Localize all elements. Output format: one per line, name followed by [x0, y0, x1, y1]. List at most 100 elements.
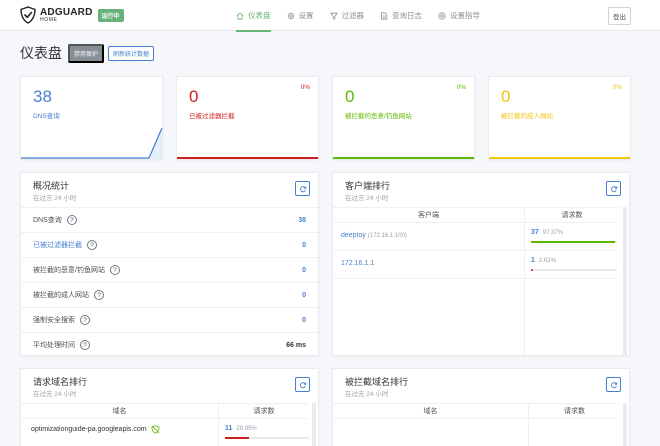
- refresh-icon: [610, 185, 617, 192]
- nav-query-log-label: 查询日志: [392, 11, 422, 20]
- gear-icon: [287, 12, 294, 19]
- column-header-client[interactable]: 客户端: [333, 208, 524, 223]
- log-icon: [381, 11, 388, 20]
- help-icon[interactable]: ?: [80, 340, 90, 350]
- stat-percent: 0%: [612, 84, 622, 91]
- table-header: 客户端 请求数: [333, 207, 619, 223]
- column-header-domain[interactable]: 域名: [21, 404, 218, 419]
- row-label: 强制安全搜索: [33, 317, 75, 324]
- stat-card-blocked-adult: 0 被拦截的成人网站 0%: [488, 76, 631, 160]
- main-nav: 仪表盘 设置 过滤器 查询日志 设置指导: [236, 0, 496, 32]
- dns-sparkline: [21, 127, 163, 159]
- stat-value: 0: [501, 87, 511, 106]
- stat-percent: 0%: [300, 84, 310, 91]
- disable-protection-button[interactable]: 禁用保护: [68, 43, 105, 63]
- client-name[interactable]: deeptoy: [341, 232, 366, 239]
- request-percent: 2.63%: [538, 258, 556, 264]
- usage-bar: [531, 269, 617, 271]
- domain-cell[interactable]: optimizationguide-pa.googleapis.com: [31, 425, 160, 434]
- adguard-shield-icon: [20, 6, 36, 24]
- row-label: 被拦截的成人网站: [33, 292, 89, 299]
- refresh-icon: [610, 381, 617, 388]
- request-count: 1: [531, 257, 535, 264]
- column-header-requests[interactable]: 请求数: [524, 208, 620, 223]
- row-label[interactable]: 已被过滤器拦截: [33, 240, 82, 250]
- help-icon[interactable]: ?: [87, 240, 97, 250]
- row-value: 0: [302, 241, 306, 249]
- help-icon[interactable]: ?: [94, 290, 104, 300]
- table-header: 域名 请求数: [333, 403, 619, 419]
- row-label: DNS查询: [33, 217, 62, 224]
- row-value: 0: [302, 316, 306, 324]
- nav-filters-label: 过滤器: [341, 11, 365, 20]
- nav-dashboard-label: 仪表盘: [248, 11, 271, 20]
- nav-dashboard[interactable]: 仪表盘: [236, 0, 271, 32]
- stat-percent: 0%: [456, 84, 466, 91]
- table-row: 172.16.1.1 1 2.63%: [333, 251, 619, 279]
- status-badge: 运行中: [97, 8, 124, 22]
- panel-subtitle: 在过去 24 小时: [345, 195, 389, 202]
- nav-filters[interactable]: 过滤器: [329, 0, 365, 31]
- usage-bar-fill: [225, 437, 250, 439]
- help-icon[interactable]: ?: [80, 315, 90, 325]
- column-header-requests[interactable]: 请求数: [528, 404, 621, 419]
- logout-button[interactable]: 登出: [608, 7, 631, 25]
- usage-bar: [225, 437, 309, 439]
- row-value: 0: [302, 291, 306, 299]
- top-navbar: ADGUARD HOME 运行中 仪表盘 设置 过滤器 查询日志 设置指导 登出: [0, 0, 660, 32]
- overview-panel: 概况统计 在过去 24 小时 DNS查询? 38 已被过滤器拦截? 0 被拦截的…: [20, 172, 319, 356]
- refresh-button[interactable]: [606, 377, 621, 392]
- table-header: 域名 请求数: [21, 403, 308, 419]
- stat-value: 38: [33, 87, 52, 106]
- table-row: deeptoy (172.16.1.100) 37 97.37%: [333, 223, 619, 251]
- nav-setup-guide-label: 设置指导: [450, 11, 480, 20]
- overview-row-blocked-filters: 已被过滤器拦截? 0: [21, 232, 318, 257]
- scrollbar[interactable]: [623, 207, 627, 355]
- row-value: 38: [298, 216, 306, 224]
- request-percent: 28.95%: [236, 426, 257, 432]
- panel-subtitle: 在过去 24 小时: [33, 195, 77, 202]
- overview-row-avg-time: 平均处理时间? 66 ms: [21, 332, 318, 355]
- top-domains-panel: 请求域名排行 在过去 24 小时 域名 请求数 optimizationguid…: [20, 368, 319, 446]
- shield-off-icon[interactable]: [151, 425, 160, 434]
- stat-baseline: [177, 157, 318, 159]
- page-header: 仪表盘 禁用保护 刷新统计数据: [20, 43, 155, 63]
- stat-baseline: [333, 157, 474, 159]
- adguard-logo[interactable]: ADGUARD HOME 运行中: [20, 6, 124, 24]
- refresh-button[interactable]: [295, 181, 310, 196]
- stat-card-blocked-filters: 0 已被过滤器拦截 0%: [176, 76, 319, 160]
- row-label: 被拦截的恶意/钓鱼网站: [33, 267, 105, 274]
- client-ip: (172.16.1.100): [367, 233, 407, 239]
- refresh-button[interactable]: [295, 377, 310, 392]
- refresh-icon: [299, 381, 306, 388]
- refresh-button[interactable]: [606, 181, 621, 196]
- stat-card-dns-queries: 38 DNS查询: [20, 76, 163, 160]
- usage-bar-fill: [531, 241, 615, 243]
- overview-row-malware: 被拦截的恶意/钓鱼网站? 0: [21, 257, 318, 282]
- panel-title: 概况统计: [33, 181, 70, 191]
- page-title: 仪表盘: [20, 45, 62, 61]
- request-count: 37: [531, 229, 539, 236]
- column-header-requests[interactable]: 请求数: [218, 404, 310, 419]
- nav-settings[interactable]: 设置: [287, 0, 314, 31]
- client-name[interactable]: 172.16.1.1: [341, 260, 374, 267]
- column-header-domain[interactable]: 域名: [333, 404, 528, 419]
- brand-name: ADGUARD: [40, 6, 93, 18]
- stat-label: 被拦截的恶意/钓鱼网站: [345, 113, 412, 120]
- dashboard-icon: [236, 11, 244, 20]
- row-label: 平均处理时间: [33, 342, 75, 349]
- help-icon[interactable]: ?: [109, 265, 120, 275]
- refresh-icon: [299, 185, 306, 192]
- request-count: 11: [225, 425, 233, 432]
- nav-setup-guide[interactable]: 设置指导: [438, 0, 480, 31]
- panel-subtitle: 在过去 24 小时: [345, 391, 389, 398]
- scrollbar[interactable]: [312, 403, 316, 446]
- row-value: 0: [302, 266, 306, 274]
- domain-name[interactable]: optimizationguide-pa.googleapis.com: [31, 426, 147, 433]
- help-icon[interactable]: ?: [66, 215, 77, 225]
- usage-bar-fill: [531, 269, 534, 271]
- nav-query-log[interactable]: 查询日志: [380, 0, 422, 31]
- blocked-domains-panel: 被拦截域名排行 在过去 24 小时 域名 请求数: [332, 368, 630, 446]
- refresh-stats-button[interactable]: 刷新统计数据: [108, 45, 155, 61]
- scrollbar[interactable]: [623, 403, 627, 446]
